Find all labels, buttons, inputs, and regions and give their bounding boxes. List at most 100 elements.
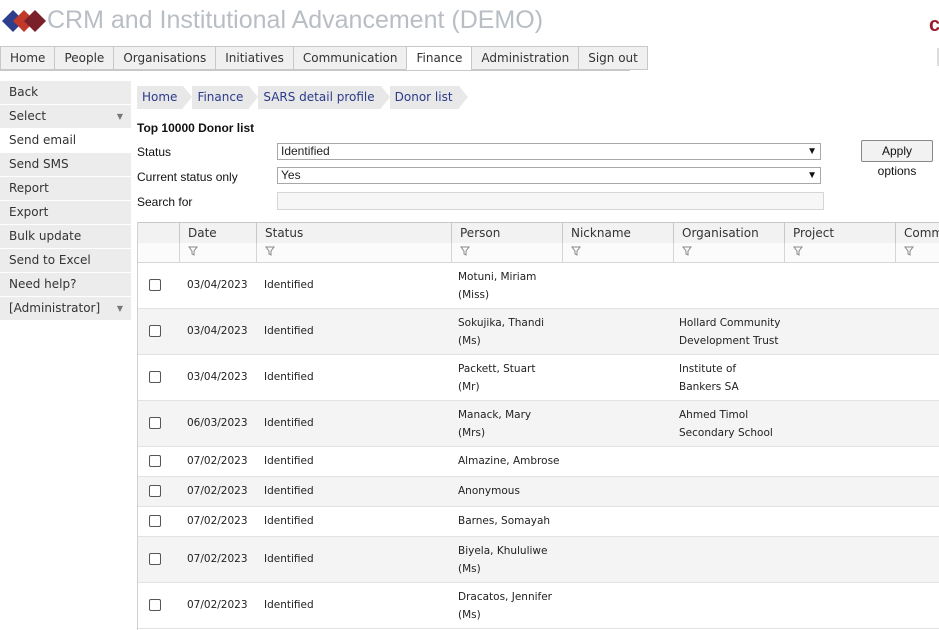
row-checkbox[interactable] (149, 599, 161, 611)
table-row[interactable]: 07/02/2023 Identified Barnes, Somayah (138, 507, 939, 537)
cell-person[interactable]: Barnes, Somayah (458, 512, 550, 530)
filter-organisation[interactable] (673, 243, 784, 262)
header-status[interactable]: Status (256, 223, 451, 243)
row-checkbox[interactable] (149, 455, 161, 467)
search-input[interactable] (277, 192, 824, 210)
cell-organisation[interactable]: Ahmed Timol Secondary School (679, 406, 773, 442)
tab-sign-out[interactable]: Sign out (578, 46, 648, 70)
sidebar-item-send-to-excel[interactable]: Send to Excel (0, 249, 131, 273)
cell-status: Identified (264, 485, 314, 497)
cell-date: 03/04/2023 (187, 279, 248, 291)
tab-finance[interactable]: Finance (406, 46, 472, 70)
sidebar: Back Select ▼ Send email Send SMS Report … (0, 81, 131, 321)
sidebar-item-label: Need help? (9, 277, 77, 291)
person-title: (Ms) (458, 335, 481, 347)
sidebar-item-need-help[interactable]: Need help? (0, 273, 131, 297)
cell-person[interactable]: Dracatos, Jennifer (Ms) (458, 588, 552, 624)
current-status-select[interactable]: Yes ▼ (277, 167, 821, 184)
filter-icon (188, 246, 198, 256)
header-nickname[interactable]: Nickname (562, 223, 673, 243)
table-row[interactable]: 07/02/2023 Identified Biyela, Khululiwe … (138, 537, 939, 583)
cell-person[interactable]: Packett, Stuart (Mr) (458, 360, 535, 396)
table-row[interactable]: 03/04/2023 Identified Packett, Stuart (M… (138, 355, 939, 401)
row-checkbox[interactable] (149, 417, 161, 429)
cell-organisation[interactable]: Hollard Community Development Trust (679, 314, 781, 350)
status-select[interactable]: Identified ▼ (277, 143, 821, 160)
person-name: Almazine, Ambrose (458, 455, 560, 467)
cell-status: Identified (264, 325, 314, 337)
table-row[interactable]: 07/02/2023 Identified Almazine, Ambrose (138, 447, 939, 477)
cell-person[interactable]: Manack, Mary (Mrs) (458, 406, 531, 442)
header-date[interactable]: Date (179, 223, 256, 243)
organisation-line: Bankers SA (679, 381, 739, 393)
filter-person[interactable] (451, 243, 562, 262)
sidebar-item-bulk-update[interactable]: Bulk update (0, 225, 131, 249)
filter-project[interactable] (784, 243, 895, 262)
apply-options-button[interactable]: Apply options (861, 140, 933, 178)
sidebar-item-administrator[interactable]: [Administrator] ▼ (0, 297, 131, 321)
header-organisation[interactable]: Organisation (673, 223, 784, 243)
sidebar-item-send-sms[interactable]: Send SMS (0, 153, 131, 177)
breadcrumb-sars-detail-profile[interactable]: SARS detail profile (258, 86, 390, 109)
cell-person[interactable]: Sokujika, Thandi (Ms) (458, 314, 544, 350)
organisation-line: Hollard Community (679, 317, 781, 329)
person-name: Manack, Mary (458, 409, 532, 421)
tab-communication[interactable]: Communication (292, 46, 407, 70)
table-row[interactable]: 03/04/2023 Identified Sokujika, Thandi (… (138, 309, 939, 355)
filter-status[interactable] (256, 243, 451, 262)
app-header: CRM and Institutional Advancement (DEMO)… (0, 0, 939, 46)
filter-date[interactable] (179, 243, 256, 262)
breadcrumb-finance[interactable]: Finance (192, 86, 259, 109)
breadcrumb-donor-list[interactable]: Donor list (389, 86, 468, 109)
person-title: (Miss) (458, 289, 490, 301)
cell-person[interactable]: Anonymous (458, 482, 520, 500)
row-checkbox[interactable] (149, 371, 161, 383)
cell-organisation[interactable]: Institute of Bankers SA (679, 360, 739, 396)
tab-people[interactable]: People (54, 46, 114, 70)
row-checkbox[interactable] (149, 515, 161, 527)
tab-initiatives[interactable]: Initiatives (215, 46, 293, 70)
chevron-down-icon: ▼ (807, 170, 817, 181)
row-checkbox[interactable] (149, 325, 161, 337)
header-comments[interactable]: Comm (895, 223, 939, 243)
sidebar-item-back[interactable]: Back (0, 81, 131, 105)
cell-person[interactable]: Almazine, Ambrose (458, 452, 560, 470)
cell-person[interactable]: Biyela, Khululiwe (Ms) (458, 542, 547, 578)
topnav-divider (0, 70, 630, 71)
filter-icon (571, 246, 581, 256)
cell-status: Identified (264, 417, 314, 429)
grid-filter-row (138, 243, 939, 263)
person-title: (Mr) (458, 381, 480, 393)
table-row[interactable]: 07/02/2023 Identified Anonymous (138, 477, 939, 507)
sidebar-item-label: Bulk update (9, 229, 82, 243)
row-checkbox[interactable] (149, 553, 161, 565)
breadcrumb: Home Finance SARS detail profile Donor l… (137, 86, 468, 109)
tab-administration[interactable]: Administration (471, 46, 579, 70)
table-row[interactable]: 03/04/2023 Identified Motuni, Miriam (Mi… (138, 263, 939, 309)
row-checkbox[interactable] (149, 279, 161, 291)
tab-home[interactable]: Home (0, 46, 55, 70)
sidebar-item-report[interactable]: Report (0, 177, 131, 201)
sidebar-item-send-email[interactable]: Send email (0, 129, 131, 153)
breadcrumb-home[interactable]: Home (137, 86, 193, 109)
cell-status: Identified (264, 553, 314, 565)
sidebar-item-select[interactable]: Select ▼ (0, 105, 131, 129)
person-title: (Mrs) (458, 427, 486, 439)
header-person[interactable]: Person (451, 223, 562, 243)
person-name: Sokujika, Thandi (458, 317, 545, 329)
header-project[interactable]: Project (784, 223, 895, 243)
row-checkbox[interactable] (149, 485, 161, 497)
cell-person[interactable]: Motuni, Miriam (Miss) (458, 268, 536, 304)
filter-icon (793, 246, 803, 256)
app-title: CRM and Institutional Advancement (DEMO) (47, 6, 544, 34)
tab-organisations[interactable]: Organisations (113, 46, 216, 70)
filter-nickname[interactable] (562, 243, 673, 262)
table-row[interactable]: 06/03/2023 Identified Manack, Mary (Mrs)… (138, 401, 939, 447)
table-row[interactable]: 07/02/2023 Identified Dracatos, Jennifer… (138, 583, 939, 629)
sidebar-item-export[interactable]: Export (0, 201, 131, 225)
header-select-column (138, 223, 179, 243)
status-label: Status (137, 145, 172, 159)
filter-select-column (138, 243, 179, 262)
current-status-label: Current status only (137, 170, 238, 184)
filter-comments[interactable] (895, 243, 939, 262)
